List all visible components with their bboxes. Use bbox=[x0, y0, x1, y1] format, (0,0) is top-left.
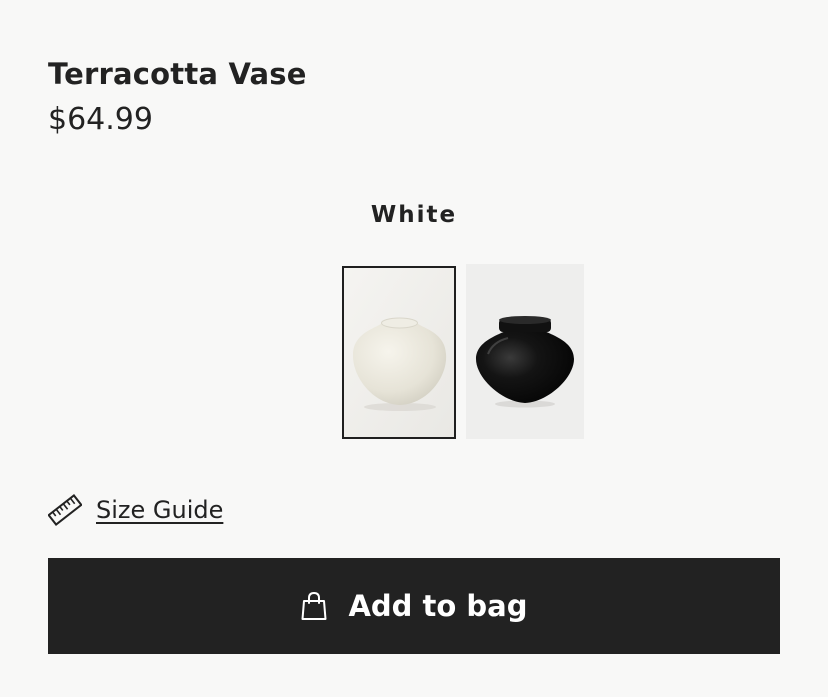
black-vase-image bbox=[466, 264, 584, 439]
size-guide-link[interactable]: Size Guide bbox=[48, 490, 223, 530]
add-to-bag-label: Add to bag bbox=[348, 589, 528, 623]
size-guide-label: Size Guide bbox=[96, 496, 224, 524]
selected-color-label: White bbox=[370, 202, 458, 228]
color-swatch-black[interactable] bbox=[466, 264, 584, 439]
product-title: Terracotta Vase bbox=[48, 57, 307, 92]
shopping-bag-icon bbox=[301, 591, 327, 620]
add-to-bag-button[interactable]: Add to bag bbox=[48, 558, 780, 654]
color-swatch-white[interactable] bbox=[342, 266, 456, 439]
white-vase-image bbox=[344, 268, 454, 437]
product-price: $64.99 bbox=[48, 102, 153, 137]
ruler-icon bbox=[48, 494, 82, 526]
